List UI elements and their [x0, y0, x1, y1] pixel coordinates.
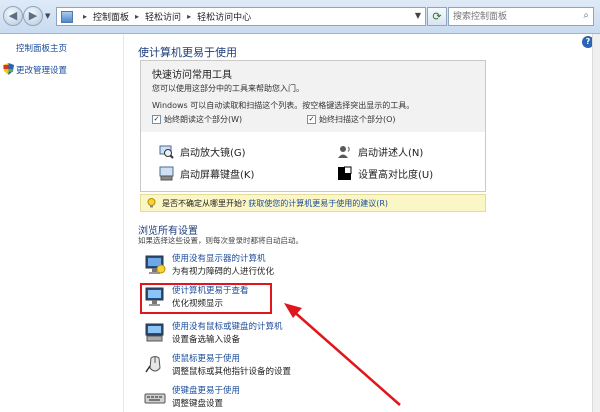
tool-label: 设置高对比度(U) [358, 170, 434, 181]
address-bar[interactable]: ▸ 控制面板 ▸ 轻松访问 ▸ 轻松访问中心 ▼ [56, 7, 426, 26]
tool-label: 启动屏幕键盘(K) [180, 170, 255, 181]
list-item: 使用没有鼠标或键盘的计算机 设置备选输入设备 [144, 320, 404, 352]
search-input[interactable] [449, 8, 569, 25]
magnifier-icon [159, 145, 174, 159]
arrow-left-icon: ◀ [8, 9, 18, 22]
refresh-icon: ⟳ [432, 10, 442, 23]
back-button[interactable]: ◀ [3, 6, 23, 26]
list-item: 使用没有显示器的计算机 为有视力障碍的人进行优化 [144, 252, 404, 284]
mouse-icon [145, 356, 161, 373]
address-toolbar: ◀ ▶ ▼ ▸ 控制面板 ▸ 轻松访问 ▸ 轻松访问中心 ▼ ⟳ ⌕ [0, 0, 600, 34]
scrollbar[interactable] [592, 34, 600, 412]
use-computer-without-display-link[interactable]: 使用没有显示器的计算机 [172, 252, 266, 264]
sidebar-item-change-admin-settings[interactable]: 更改管理设置 [16, 64, 67, 76]
chevron-right-icon[interactable]: ▸ [135, 12, 139, 21]
always-scan-label: 始终扫描这个部分(O) [319, 115, 396, 124]
always-read-checkbox[interactable]: ✓ 始终朗读这个部分(W) [152, 114, 242, 125]
onscreen-keyboard-icon [145, 323, 164, 342]
use-computer-without-mouse-or-keyboard-link[interactable]: 使用没有鼠标或键盘的计算机 [172, 320, 283, 332]
tool-label: 启动放大镜(G) [180, 148, 246, 159]
sidebar-item-control-panel-home[interactable]: 控制面板主页 [16, 42, 67, 54]
make-mouse-easier-to-use-link[interactable]: 使鼠标更易于使用 [172, 352, 240, 364]
checkbox-box[interactable]: ✓ [307, 115, 316, 124]
narrator-icon [338, 146, 350, 158]
start-onscreen-keyboard-link[interactable]: 启动屏幕键盘(K) [159, 166, 254, 181]
quick-access-scan-note: Windows 可以自动读取和扫描这个列表。按空格键选择突出显示的工具。 [152, 101, 415, 110]
start-magnifier-link[interactable]: 启动放大镜(G) [159, 144, 246, 159]
refresh-button[interactable]: ⟳ [427, 7, 447, 26]
suggestion-question: 是否不确定从哪里开始? [162, 198, 247, 208]
monitor-off-icon [145, 255, 166, 274]
sidebar: 控制面板主页 更改管理设置 [0, 34, 124, 412]
lightbulb-icon [147, 198, 156, 208]
list-item: 使键盘更易于使用 调整键盘设置 [144, 384, 404, 412]
browse-settings-subtitle: 如果选择这些设置，则每次登录时都将自动启动。 [138, 236, 303, 245]
item-description: 调整鼠标或其他指针设备的设置 [172, 367, 292, 377]
control-panel-icon [61, 10, 73, 23]
high-contrast-icon [338, 166, 352, 180]
get-recommendations-link[interactable]: 获取使您的计算机更易于使用的建议(R) [248, 198, 388, 209]
recent-pages-dropdown[interactable]: ▼ [45, 12, 50, 20]
tools-panel: 启动放大镜(G) 启动讲述人(N) 启动屏幕键盘(K) 设置高对比度(U) [140, 132, 486, 192]
set-high-contrast-link[interactable]: 设置高对比度(U) [337, 166, 433, 181]
arrow-right-icon: ▶ [28, 9, 38, 22]
item-description: 调整键盘设置 [172, 399, 224, 409]
item-description: 设置备选输入设备 [172, 335, 241, 345]
always-read-label: 始终朗读这个部分(W) [164, 115, 243, 124]
highlight-box [140, 283, 272, 314]
breadcrumb-ease-of-access-center[interactable]: 轻松访问中心 [197, 10, 251, 23]
start-narrator-link[interactable]: 启动讲述人(N) [337, 144, 423, 159]
search-icon[interactable]: ⌕ [583, 10, 589, 21]
breadcrumb-control-panel[interactable]: 控制面板 [93, 10, 129, 23]
checkbox-box[interactable]: ✓ [152, 115, 161, 124]
make-keyboard-easier-to-use-link[interactable]: 使键盘更易于使用 [172, 384, 240, 396]
page-title: 使计算机更易于使用 [138, 46, 237, 59]
chevron-right-icon[interactable]: ▸ [83, 12, 87, 21]
shield-icon [3, 63, 14, 75]
chevron-down-icon[interactable]: ▼ [415, 11, 421, 20]
main-content: ? 使计算机更易于使用 快速访问常用工具 您可以使用这部分中的工具来帮助您入门。… [124, 34, 600, 412]
quick-access-panel: 快速访问常用工具 您可以使用这部分中的工具来帮助您入门。 Windows 可以自… [140, 60, 486, 132]
search-box[interactable]: ⌕ [448, 7, 594, 26]
always-scan-checkbox[interactable]: ✓ 始终扫描这个部分(O) [307, 114, 396, 125]
suggestion-bar: 是否不确定从哪里开始? 获取使您的计算机更易于使用的建议(R) [140, 194, 486, 212]
onscreen-keyboard-icon [159, 166, 174, 181]
breadcrumb-ease-of-access[interactable]: 轻松访问 [145, 10, 181, 23]
forward-button[interactable]: ▶ [23, 6, 43, 26]
chevron-right-icon[interactable]: ▸ [187, 12, 191, 21]
quick-access-description: 您可以使用这部分中的工具来帮助您入门。 [152, 84, 304, 93]
list-item: 使鼠标更易于使用 调整鼠标或其他指针设备的设置 [144, 352, 404, 384]
keyboard-icon [144, 393, 166, 404]
quick-access-title: 快速访问常用工具 [152, 70, 232, 81]
tool-label: 启动讲述人(N) [358, 148, 424, 159]
item-description: 为有视力障碍的人进行优化 [172, 267, 275, 277]
